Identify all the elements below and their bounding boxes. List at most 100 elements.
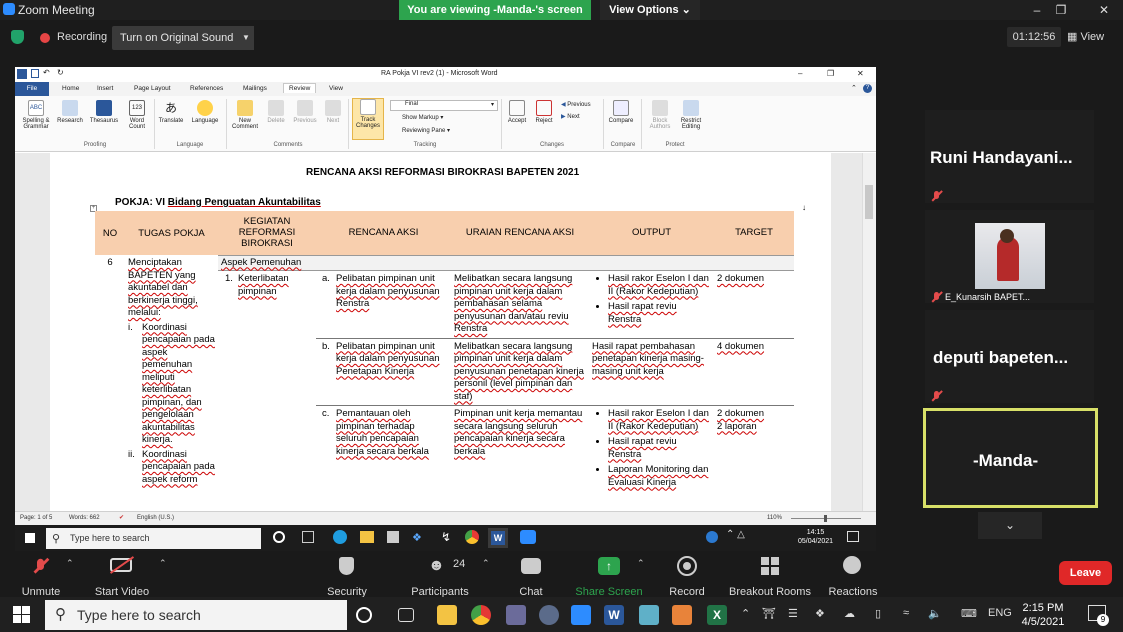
spelling-grammar-button[interactable]: ABC Spelling & Grammar [18,100,54,130]
original-sound-button[interactable]: Turn on Original Sound [112,26,240,50]
network-tray-icon[interactable]: ☰ [788,607,798,620]
power-automate-icon[interactable]: ↯ [441,530,451,544]
ribbon-collapse-icon[interactable]: ⌃ [851,84,857,92]
zoom-app-icon[interactable] [571,605,591,625]
undo-icon[interactable]: ↶ [43,68,50,77]
reject-button[interactable]: Reject [531,100,557,124]
windows-start-icon[interactable] [13,606,30,623]
file-explorer-icon[interactable] [437,605,457,625]
show-hidden-icons[interactable]: ⌃ [741,607,750,620]
tab-review[interactable]: Review [283,83,317,93]
shared-search-box[interactable]: Type here to search [46,528,261,549]
volume-icon[interactable]: 🔈 [928,607,942,620]
display-for-review-select[interactable]: Final ▾ [390,100,498,111]
share-options-chevron-icon[interactable]: ⌃ [637,558,645,569]
host-clock[interactable]: 2:15 PM 4/5/2021 [1018,601,1068,629]
breakout-rooms-icon[interactable] [761,557,779,575]
tab-references[interactable]: References [190,85,223,92]
show-markup-button[interactable]: Show Markup ▾ [390,114,443,121]
language-status[interactable]: English (U.S.) [137,515,174,521]
word-count-button[interactable]: 123 Word Count [123,100,151,130]
translate-button[interactable]: あ Translate [155,100,187,124]
ime-icon[interactable]: ⌨ [961,607,977,620]
new-comment-button[interactable]: New Comment [228,100,262,130]
tab-view[interactable]: View [329,85,343,92]
original-sound-dropdown-icon[interactable]: ▼ [238,26,254,50]
scrollbar-thumb[interactable] [865,185,873,219]
compare-button[interactable]: Compare [605,100,637,124]
security-icon[interactable] [339,557,354,575]
dropbox-tray-icon[interactable]: ❖ [815,607,825,620]
block-authors-button[interactable]: Block Authors [644,100,676,130]
gallery-scroll-down-icon[interactable]: ⌄ [978,512,1042,539]
cortana-icon[interactable] [273,531,285,543]
participants-chevron-icon[interactable]: ⌃ [482,558,490,569]
thesaurus-button[interactable]: Thesaurus [86,100,122,124]
accept-button[interactable]: Accept [503,100,531,124]
track-changes-button[interactable]: Track Changes [352,98,384,140]
record-icon[interactable] [677,556,697,576]
word-app-icon[interactable]: W [604,605,624,625]
windows-start-icon[interactable] [25,533,35,543]
document-page[interactable]: RENCANA AKSI REFORMASI BIROKRASI BAPETEN… [50,153,831,511]
save-icon[interactable] [31,69,39,78]
battery-icon[interactable]: ▯ [875,607,881,620]
security-shield-icon[interactable] [11,30,24,44]
chrome-icon[interactable] [471,605,491,625]
help-tray-icon[interactable] [706,531,718,543]
chrome-icon[interactable] [465,530,479,544]
previous-comment-button[interactable]: Previous [290,100,320,124]
minimize-icon[interactable]: – [1028,1,1046,19]
view-options-button[interactable]: View Options ⌄ [600,0,700,20]
previous-change-button[interactable]: ◀ Previous [561,101,591,108]
word-close-icon[interactable]: ✕ [857,69,864,78]
tab-mailings[interactable]: Mailings [243,85,267,92]
language-button[interactable]: Language [188,100,222,124]
tray-icons[interactable]: ⌃ △ [726,529,745,540]
active-speaker-tile[interactable]: -Manda- [923,408,1098,508]
participants-icon[interactable]: ☻ [428,558,448,574]
view-button[interactable]: ▦ View [1067,27,1113,47]
chat-icon[interactable] [521,558,541,574]
word-taskbar-button[interactable]: W [488,528,508,548]
wifi-icon[interactable]: ≈ [903,607,909,619]
word-count[interactable]: Words: 662 [69,515,100,521]
restrict-editing-button[interactable]: Restrict Editing [676,100,706,130]
tab-insert[interactable]: Insert [97,85,113,92]
tab-page-layout[interactable]: Page Layout [134,85,171,92]
next-comment-button[interactable]: Next [321,100,345,124]
participant-tile[interactable]: Runi Handayani... [925,110,1094,203]
zoom-slider-thumb[interactable] [824,515,827,522]
store-icon[interactable] [387,531,399,543]
close-icon[interactable]: ✕ [1095,1,1113,19]
task-view-icon[interactable] [302,531,314,543]
participant-tile[interactable]: E_Kunarsih BAPET... [925,210,1094,303]
tab-home[interactable]: Home [62,85,79,92]
language-indicator[interactable]: ENG [988,607,1012,619]
word-restore-icon[interactable]: ❐ [827,69,834,78]
redo-icon[interactable]: ↻ [57,68,64,77]
task-view-icon[interactable] [398,608,414,622]
reviewing-pane-button[interactable]: Reviewing Pane ▾ [390,127,450,134]
zoom-app-icon[interactable] [520,530,536,544]
help-icon[interactable]: ? [863,84,872,93]
research-button[interactable]: Research [55,100,85,124]
notes-app-icon[interactable] [639,605,659,625]
host-search-box[interactable]: Type here to search [45,600,347,630]
excel-app-icon[interactable]: X [707,605,727,625]
delete-comment-button[interactable]: Delete [263,100,289,124]
file-explorer-icon[interactable] [360,531,374,543]
calculator-icon[interactable] [506,605,526,625]
reactions-icon[interactable] [843,556,861,574]
action-center-icon[interactable] [847,531,859,542]
page-count[interactable]: Page: 1 of 5 [20,515,52,521]
restore-icon[interactable]: ❐ [1052,1,1070,19]
onedrive-icon[interactable]: ☁ [844,607,855,620]
shield-tray-icon[interactable]: ⛩ [762,607,776,620]
proofing-icon[interactable]: ✔ [119,514,124,521]
word-minimize-icon[interactable]: – [798,69,802,78]
zoom-level[interactable]: 110% [767,515,782,521]
media-player-icon[interactable] [672,605,692,625]
participant-tile[interactable]: deputi bapeten... [925,310,1094,403]
video-options-chevron-icon[interactable]: ⌃ [159,558,167,569]
